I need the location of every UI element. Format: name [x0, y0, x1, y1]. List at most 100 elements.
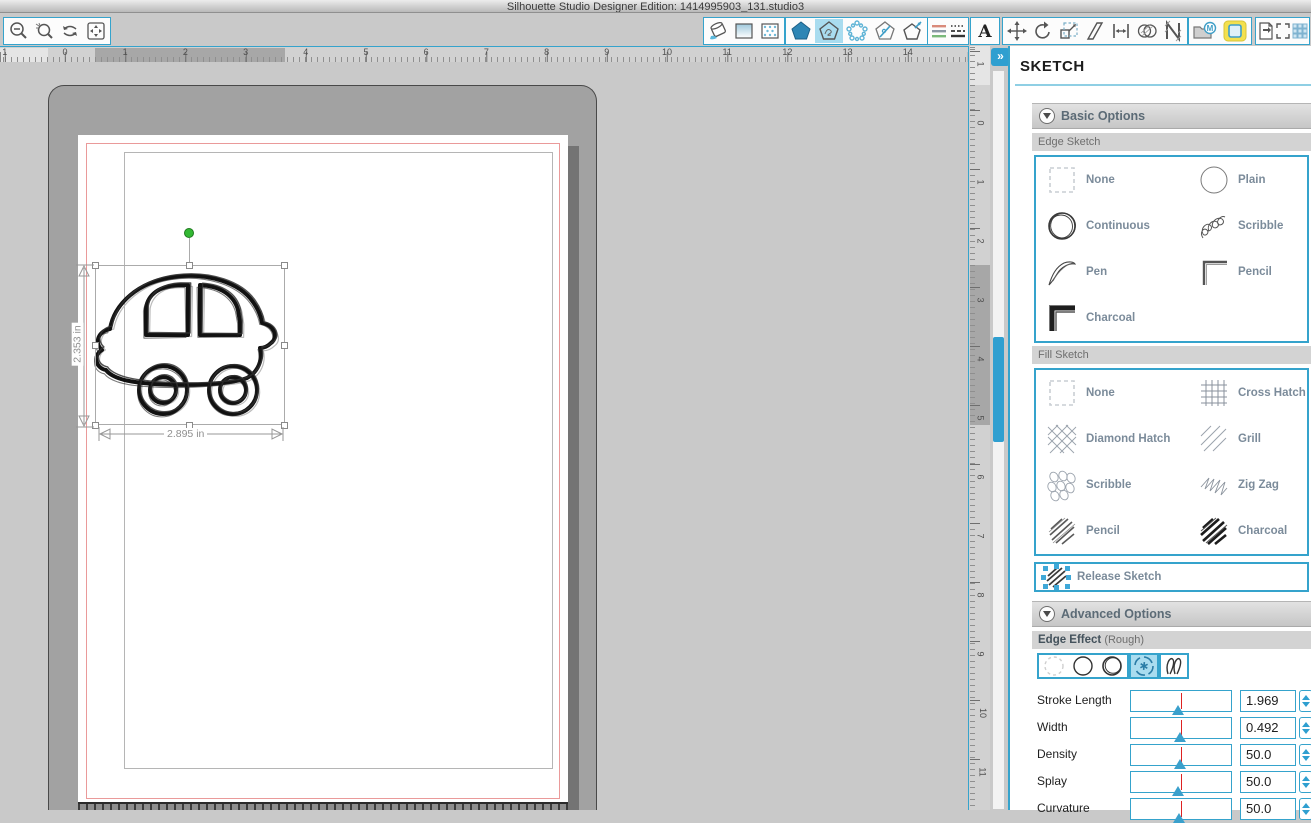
vertical-scrollbar-thumb[interactable]	[993, 337, 1004, 442]
ruler-label: 0	[976, 120, 986, 125]
scale-icon[interactable]	[1056, 19, 1082, 43]
edge-sketch-option-charcoal[interactable]: Charcoal	[1044, 295, 1135, 341]
ruler-label: 3	[243, 47, 248, 57]
slider-thumb[interactable]	[1172, 699, 1184, 715]
edge-sketch-option-continuous[interactable]: Continuous	[1044, 203, 1150, 249]
fit-to-page-icon[interactable]	[83, 19, 109, 43]
move-icon[interactable]	[1004, 19, 1030, 43]
active-document-icon[interactable]	[1220, 19, 1250, 43]
zoom-selection-icon[interactable]	[31, 19, 57, 43]
rotate-icon[interactable]	[1030, 19, 1056, 43]
page-setup-icon[interactable]	[1257, 19, 1274, 43]
edge-sketch-option-pencil[interactable]: Pencil	[1196, 249, 1272, 295]
spinner-down-icon[interactable]	[1302, 729, 1310, 738]
continuous-circle-icon[interactable]	[1100, 654, 1124, 678]
fill-color-icon[interactable]	[705, 19, 731, 43]
slider-thumb[interactable]	[1172, 780, 1184, 796]
fill-sketch-option-diamondhatch[interactable]: Diamond Hatch	[1044, 416, 1170, 462]
advanced-options-header[interactable]: Advanced Options	[1032, 601, 1311, 627]
density-slider[interactable]	[1130, 744, 1232, 766]
edge-effect-none-plain-continuous[interactable]	[1037, 653, 1129, 679]
rhinestone-window-icon[interactable]	[843, 19, 871, 43]
edge-effect-rough[interactable]	[1129, 653, 1159, 679]
curvature-value[interactable]: 50.0	[1240, 798, 1296, 820]
spinner-up-icon[interactable]	[1302, 691, 1310, 700]
ruler-label: 9	[604, 47, 609, 57]
splay-spinner[interactable]	[1299, 771, 1311, 793]
width-value[interactable]: 0.492	[1240, 717, 1296, 739]
selection-handle-n[interactable]	[186, 262, 193, 269]
spinner-up-icon[interactable]	[1302, 772, 1310, 781]
splay-value[interactable]: 50.0	[1240, 771, 1296, 793]
pan-icon[interactable]	[57, 19, 83, 43]
width-label: Width	[1037, 720, 1068, 734]
fill-gradient-icon[interactable]	[731, 19, 757, 43]
fill-sketch-option-charcoal[interactable]: Charcoal	[1196, 508, 1287, 554]
canvas[interactable]: 2.353 in 2.895 in	[0, 62, 968, 810]
collapse-section-icon[interactable]	[1039, 108, 1055, 124]
line-style-icon[interactable]	[948, 19, 967, 43]
slider-thumb[interactable]	[1174, 726, 1186, 742]
fill-sketch-option-crosshatch[interactable]: Cross Hatch	[1196, 370, 1306, 416]
density-value[interactable]: 50.0	[1240, 744, 1296, 766]
library-icon[interactable]: M	[1190, 19, 1220, 43]
offset-window-icon[interactable]	[899, 19, 927, 43]
density-spinner[interactable]	[1299, 744, 1311, 766]
zoom-out-icon[interactable]	[5, 19, 31, 43]
line-style-window-icon[interactable]	[787, 19, 815, 43]
nest-icon[interactable]	[1160, 19, 1186, 43]
sketch-window-icon[interactable]	[815, 19, 843, 43]
none-dashed-circle-icon[interactable]	[1042, 654, 1066, 678]
edge-effect-loops[interactable]	[1159, 653, 1189, 679]
release-sketch-button[interactable]: Release Sketch	[1034, 562, 1309, 592]
rotation-handle[interactable]	[184, 228, 194, 238]
width-dimension-label: 2.895 in	[164, 428, 207, 440]
spinner-down-icon[interactable]	[1302, 702, 1310, 711]
stroke-length-spinner[interactable]	[1299, 690, 1311, 712]
ruler-label: 0	[62, 47, 67, 57]
registration-marks-icon[interactable]	[1274, 19, 1291, 43]
stroke-length-slider[interactable]	[1130, 690, 1232, 712]
spinner-down-icon[interactable]	[1302, 783, 1310, 792]
edge-sketch-option-scribble[interactable]: Scribble	[1196, 203, 1283, 249]
fill-sketch-option-zigzag[interactable]: Zig Zag	[1196, 462, 1279, 508]
spinner-up-icon[interactable]	[1302, 745, 1310, 754]
selection-box[interactable]	[95, 265, 285, 425]
line-color-icon[interactable]	[929, 19, 948, 43]
selection-handle-e[interactable]	[281, 342, 288, 349]
width-slider[interactable]	[1130, 717, 1232, 739]
spacing-icon[interactable]	[1108, 19, 1134, 43]
stroke-length-value[interactable]: 1.969	[1240, 690, 1296, 712]
fill-pattern-icon[interactable]	[757, 19, 783, 43]
slider-thumb[interactable]	[1174, 753, 1186, 769]
spinner-up-icon[interactable]	[1302, 799, 1310, 808]
collapse-section-icon[interactable]	[1039, 606, 1055, 622]
fill-sketch-option-none[interactable]: None	[1044, 370, 1115, 416]
ruler-label: 6	[424, 47, 429, 57]
width-spinner[interactable]	[1299, 717, 1311, 739]
slider-thumb[interactable]	[1173, 807, 1185, 823]
basic-options-header[interactable]: Basic Options	[1032, 103, 1311, 129]
spinner-up-icon[interactable]	[1302, 718, 1310, 727]
fill-sketch-option-pencil[interactable]: Pencil	[1044, 508, 1120, 554]
option-label: Zig Zag	[1238, 479, 1279, 491]
edge-sketch-option-plain[interactable]: Plain	[1196, 157, 1265, 203]
density-label: Density	[1037, 747, 1077, 761]
fill-sketch-option-grill[interactable]: Grill	[1196, 416, 1261, 462]
splay-slider[interactable]	[1130, 771, 1232, 793]
grid-icon[interactable]	[1291, 19, 1308, 43]
fill-sketch-option-scribble[interactable]: Scribble	[1044, 462, 1131, 508]
selection-handle-ne[interactable]	[281, 262, 288, 269]
knife-window-icon[interactable]	[871, 19, 899, 43]
weld-icon[interactable]	[1134, 19, 1160, 43]
shear-icon[interactable]	[1082, 19, 1108, 43]
spinner-down-icon[interactable]	[1302, 756, 1310, 765]
main-toolbar: A M	[0, 13, 1311, 46]
plain-circle-icon[interactable]	[1071, 654, 1095, 678]
text-tool-icon[interactable]: A	[972, 19, 998, 43]
curvature-spinner[interactable]	[1299, 798, 1311, 820]
curvature-slider[interactable]	[1130, 798, 1232, 820]
spinner-down-icon[interactable]	[1302, 810, 1310, 819]
edge-sketch-option-none[interactable]: None	[1044, 157, 1115, 203]
edge-sketch-option-pen[interactable]: Pen	[1044, 249, 1107, 295]
